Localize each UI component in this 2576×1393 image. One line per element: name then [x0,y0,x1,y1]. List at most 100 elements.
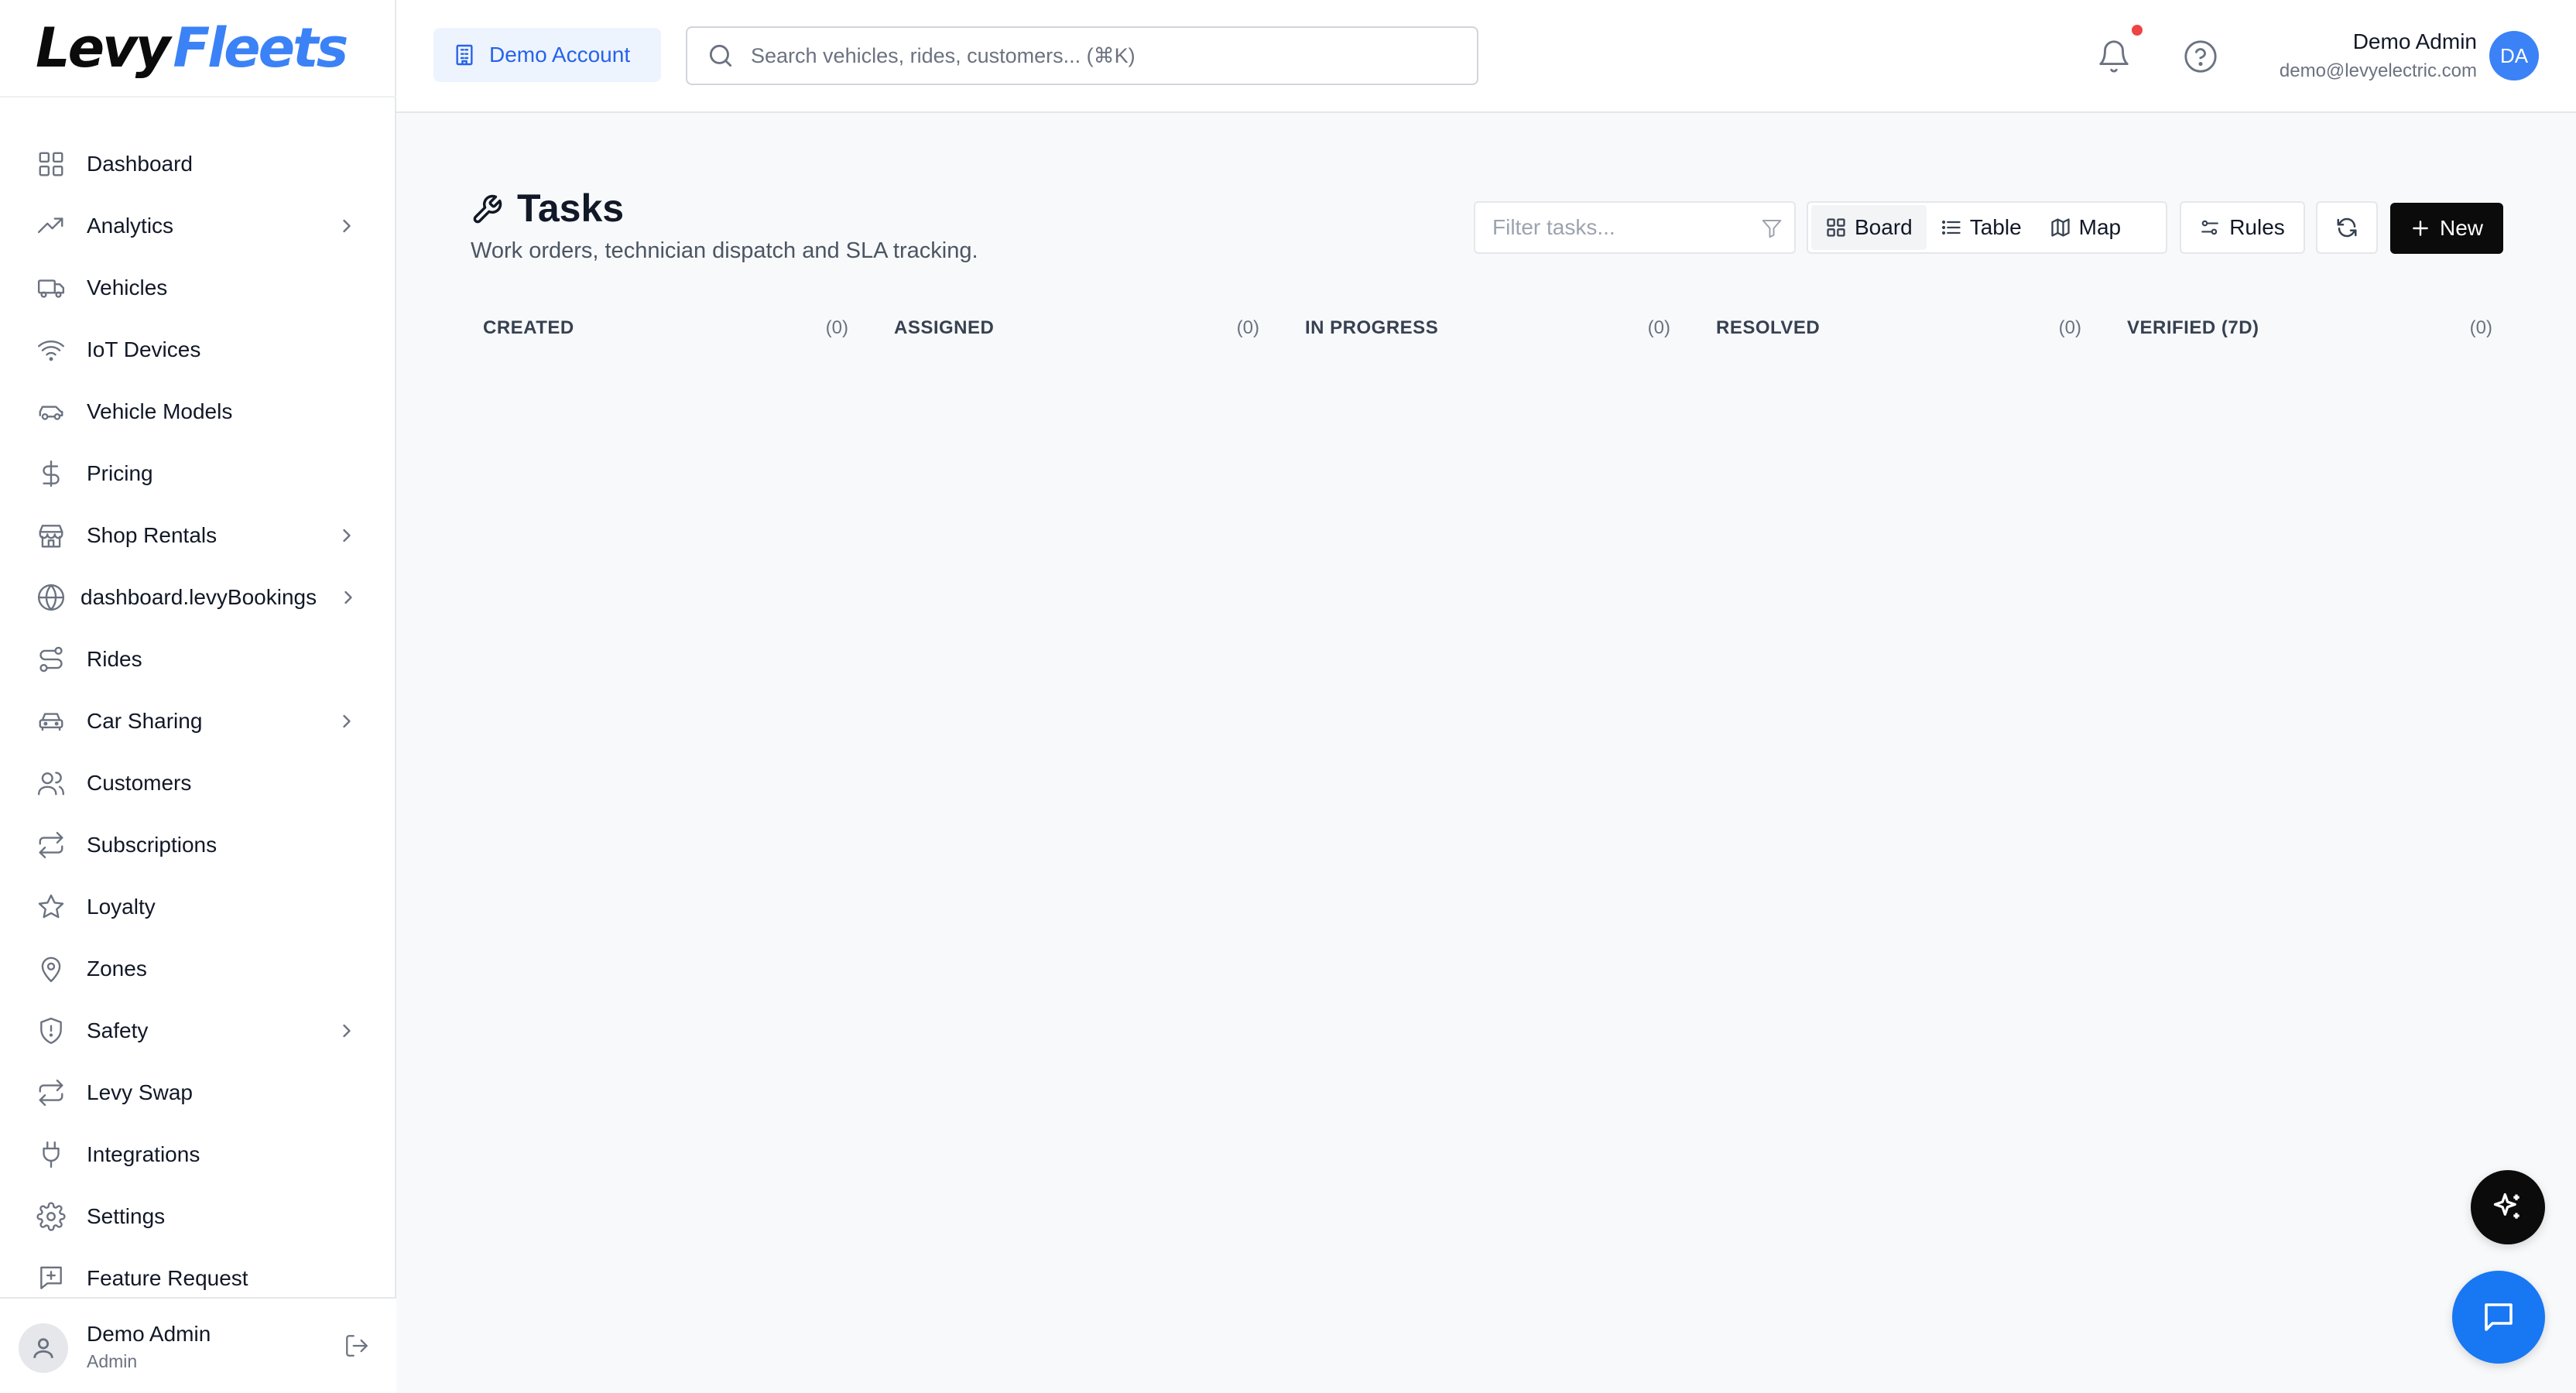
sidebar-item-analytics[interactable]: Analytics [0,195,396,257]
sidebar-item-label: Analytics [87,214,174,238]
filter-tasks-input[interactable] [1492,215,1748,240]
new-task-button[interactable]: New [2390,203,2503,254]
sidebar-item-iot-devices[interactable]: IoT Devices [0,319,396,381]
header-user-email: demo@levyelectric.com [2279,60,2477,81]
sidebar-item-levy-swap[interactable]: Levy Swap [0,1062,396,1124]
message-plus-icon [36,1263,67,1294]
view-board-button[interactable]: Board [1811,205,1927,250]
sidebar-item-rides[interactable]: Rides [0,628,396,690]
sidebar-item-subscriptions[interactable]: Subscriptions [0,814,396,876]
search-icon [709,44,732,67]
account-switcher-button[interactable]: Demo Account [433,28,661,82]
sidebar-item-label: Settings [87,1204,166,1228]
users-icon [36,768,67,799]
help-icon[interactable] [2183,39,2218,74]
sidebar-item-dashboard-levybookings[interactable]: dashboard.levyBookings [0,566,396,628]
footer-user-name: Demo Admin [87,1322,211,1346]
sidebar-item-label: Customers [87,771,192,795]
sidebar-item-settings[interactable]: Settings [0,1186,396,1248]
sidebar-item-vehicle-models[interactable]: Vehicle Models [0,381,396,443]
global-search[interactable] [686,26,1478,85]
board-column-in-progress: IN PROGRESS (0) [1293,313,1670,344]
sidebar-item-label: Vehicles [87,276,168,299]
chat-button[interactable] [2452,1271,2545,1364]
sidebar-item-label: Rides [87,647,142,671]
sidebar-item-loyalty[interactable]: Loyalty [0,876,396,938]
rules-button[interactable]: Rules [2180,201,2305,254]
list-icon [1941,220,1961,235]
dollar-icon [36,458,67,489]
column-title: IN PROGRESS [1305,317,1439,338]
header-user-name[interactable]: Demo Admin [2353,29,2477,54]
user-avatar-icon[interactable] [19,1323,68,1373]
refresh-button[interactable] [2316,201,2378,254]
sidebar-item-label: Feature Request [87,1266,248,1290]
board-column-resolved: RESOLVED (0) [1704,313,2081,344]
view-board-label: Board [1855,215,1913,239]
sidebar-item-label: Safety [87,1018,149,1042]
chevron-right-icon [336,525,358,546]
top-header: Demo Account Demo Admin demo@levyelectri… [396,0,2576,113]
divider [0,96,396,98]
sidebar-item-label: Pricing [87,461,153,485]
sidebar-item-label: Vehicle Models [87,399,233,423]
view-map-label: Map [2078,215,2122,239]
store-icon [36,520,67,551]
refresh-icon [2337,217,2357,238]
sidebar-item-zones[interactable]: Zones [0,938,396,1000]
page-subtitle: Work orders, technician dispatch and SLA… [471,238,978,263]
map-icon [2050,218,2070,237]
sidebar-item-pricing[interactable]: Pricing [0,443,396,505]
footer-user-role: Admin [87,1351,138,1371]
building-icon [456,44,473,66]
column-count: (0) [1236,317,1259,338]
sidebar-nav: Dashboard Analytics Vehicles IoT Devices Veh… [0,133,396,1309]
view-map-button[interactable]: Map [2036,205,2135,250]
board-column-assigned: ASSIGNED (0) [882,313,1259,344]
board-column-created: CREATED (0) [471,313,848,344]
grid-icon [36,149,67,180]
sidebar-item-vehicles[interactable]: Vehicles [0,257,396,319]
chat-icon [2485,1303,2513,1331]
notification-dot [2132,25,2143,36]
board-column-verified-7d: VERIFIED (7D) (0) [2115,313,2492,344]
logo[interactable]: Levy Fleets [36,16,348,80]
sidebar-footer: Demo Admin Admin [0,1297,396,1393]
wifi-icon [36,334,67,365]
chevron-right-icon [336,1020,358,1042]
chevron-right-icon [337,587,355,608]
column-title: RESOLVED [1716,317,1821,338]
sidebar-item-dashboard[interactable]: Dashboard [0,133,396,195]
account-label: Demo Account [489,43,631,67]
column-count: (0) [1647,317,1670,338]
user-avatar[interactable]: DA [2489,31,2539,80]
sidebar-item-integrations[interactable]: Integrations [0,1124,396,1186]
column-title: ASSIGNED [894,317,995,338]
logo-levy: Levy [36,16,170,80]
column-count: (0) [825,317,848,338]
grid-icon [1827,218,1845,237]
filter-tasks[interactable] [1474,201,1796,254]
chevron-right-icon [336,710,358,732]
wrench-icon [471,193,503,226]
sidebar-item-label: Car Sharing [87,709,203,733]
shield-icon [36,1015,67,1046]
chevron-right-icon [336,215,358,237]
search-input[interactable] [751,43,1447,68]
view-switcher: Board Table Map [1807,201,2167,254]
new-label: New [2439,216,2483,240]
truck-icon [36,272,67,303]
sidebar-item-safety[interactable]: Safety [0,1000,396,1062]
sidebar-item-car-sharing[interactable]: Car Sharing [0,690,396,752]
sidebar-item-label: Dashboard [87,152,193,176]
sidebar-item-shop-rentals[interactable]: Shop Rentals [0,505,396,566]
column-count: (0) [2469,317,2492,338]
car-front-icon [36,706,67,737]
logout-icon[interactable] [344,1333,370,1359]
view-table-button[interactable]: Table [1927,205,2036,250]
column-title: CREATED [483,317,574,338]
sidebar-item-customers[interactable]: Customers [0,752,396,814]
route-icon [36,644,67,675]
ai-assistant-button[interactable] [2471,1170,2545,1244]
bell-icon[interactable] [2096,39,2132,74]
